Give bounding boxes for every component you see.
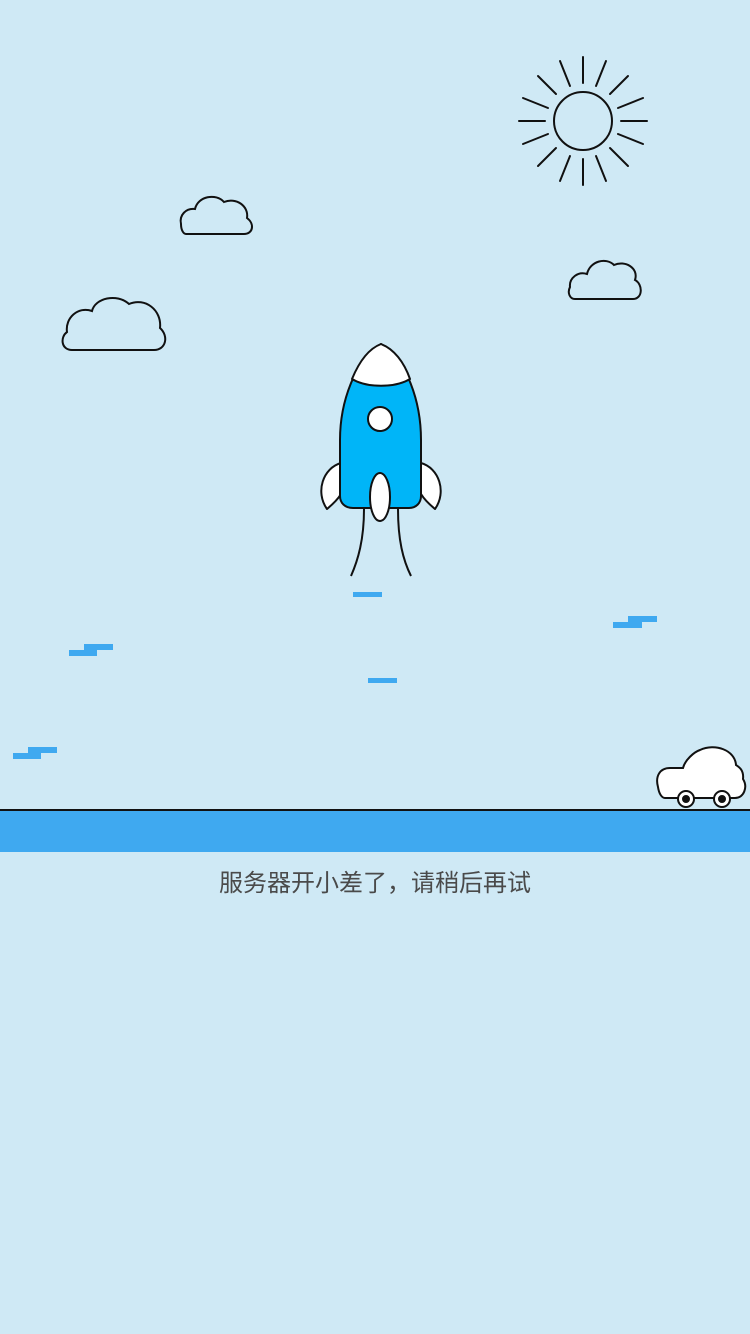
bird-icon <box>13 747 57 759</box>
error-message: 服务器开小差了，请稍后再试 <box>219 869 531 897</box>
sun-icon <box>518 56 648 186</box>
cloud-icon <box>567 259 642 300</box>
error-screen: 服务器开小差了，请稍后再试 <box>0 0 750 1334</box>
car-icon <box>656 746 747 808</box>
bird-icon <box>69 644 113 656</box>
speed-dash <box>368 678 397 683</box>
ground-band <box>0 811 750 852</box>
cloud-icon <box>61 296 167 351</box>
rocket-icon <box>320 343 442 577</box>
illustration <box>0 56 750 811</box>
cloud-icon <box>179 195 253 235</box>
speed-dash <box>353 592 382 597</box>
bird-icon <box>613 616 657 628</box>
